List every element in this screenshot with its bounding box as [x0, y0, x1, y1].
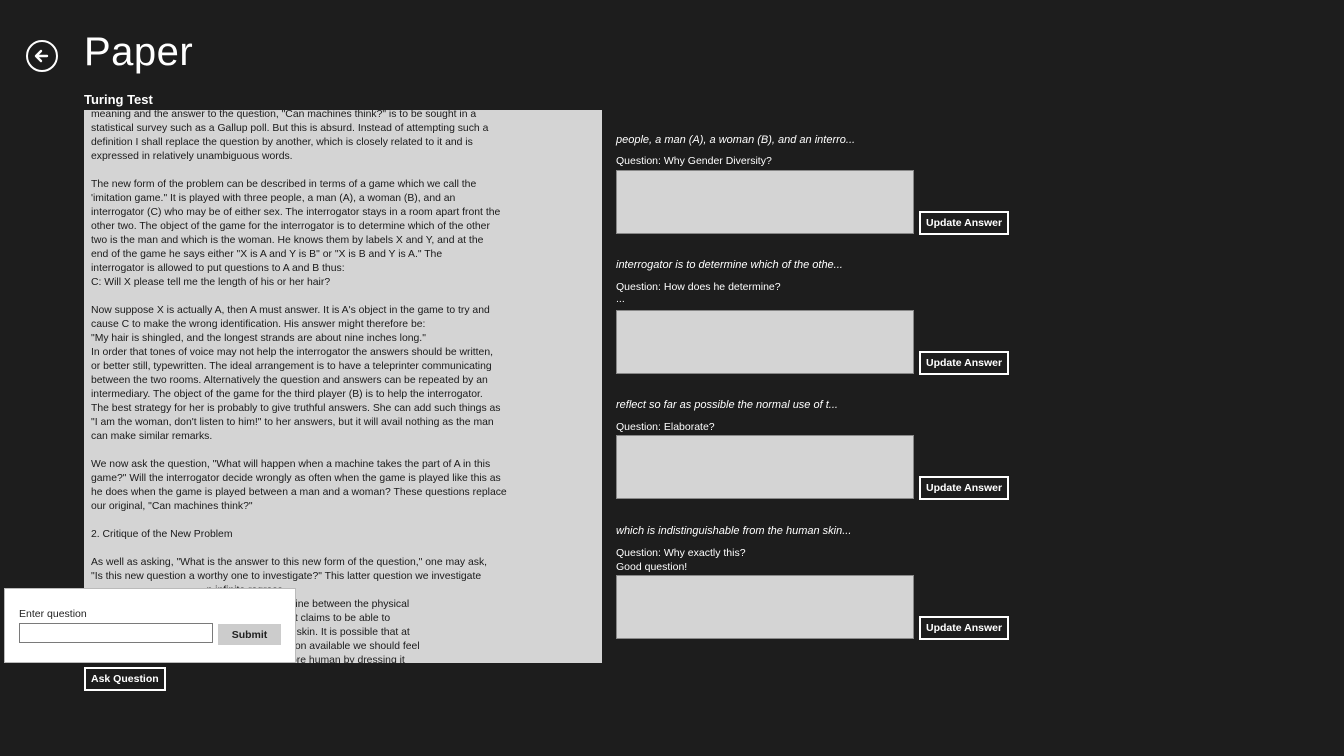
back-arrow-glyph [34, 49, 49, 63]
submit-button[interactable]: Submit [218, 624, 281, 645]
update-answer-button[interactable]: Update Answer [919, 616, 1010, 640]
answer-box[interactable] [616, 170, 914, 234]
answer-box[interactable] [616, 310, 914, 374]
qa-item: people, a man (A), a woman (B), and an i… [616, 133, 1016, 243]
update-answer-button[interactable]: Update Answer [919, 211, 1010, 235]
enter-question-label: Enter question [19, 608, 87, 620]
document-text[interactable]: meaning and the answer to the question, … [91, 110, 521, 663]
qa-item: which is indistinguishable from the huma… [616, 524, 1016, 649]
qa-context: which is indistinguishable from the huma… [616, 525, 852, 537]
qa-answer-text: ... [616, 293, 625, 305]
answer-box[interactable] [616, 435, 914, 499]
page-title: Paper [84, 30, 194, 74]
qa-question: Question: How does he determine? [616, 281, 781, 293]
qa-context: reflect so far as possible the normal us… [616, 399, 838, 411]
ask-question-button[interactable]: Ask Question [84, 667, 166, 691]
qa-item: reflect so far as possible the normal us… [616, 398, 1016, 508]
qa-context: people, a man (A), a woman (B), and an i… [616, 134, 856, 146]
question-input[interactable] [19, 623, 213, 643]
answer-box[interactable] [616, 575, 914, 639]
document-title: Turing Test [84, 92, 153, 107]
qa-question: Question: Elaborate? [616, 421, 715, 433]
update-answer-button[interactable]: Update Answer [919, 476, 1010, 500]
qa-item: interrogator is to determine which of th… [616, 258, 1016, 383]
qa-question: Question: Why Gender Diversity? [616, 155, 772, 167]
qa-answer-text: Good question! [616, 561, 688, 573]
back-arrow-icon[interactable] [26, 40, 58, 72]
document-panel[interactable]: meaning and the answer to the question, … [84, 110, 602, 663]
update-answer-button[interactable]: Update Answer [919, 351, 1010, 375]
ask-question-popup: Enter question Submit [4, 588, 296, 663]
qa-question: Question: Why exactly this? [616, 547, 746, 559]
qa-context: interrogator is to determine which of th… [616, 259, 843, 271]
